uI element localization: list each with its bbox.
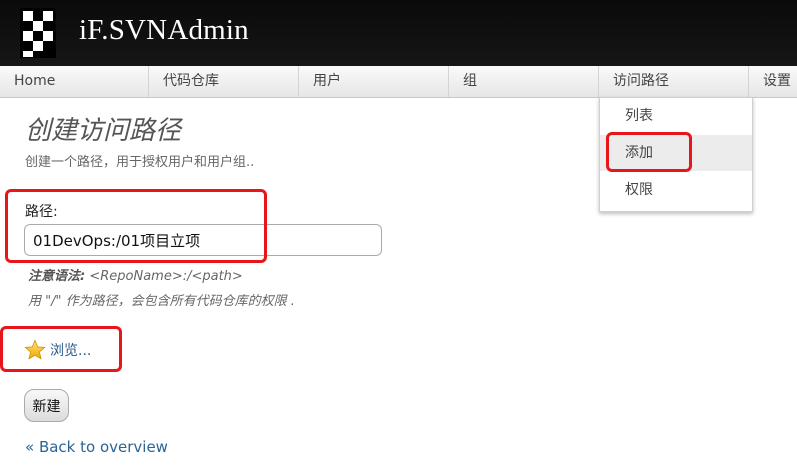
nav-item-repositories[interactable]: 代码仓库 bbox=[149, 66, 299, 97]
annotation-box-add bbox=[606, 132, 692, 172]
path-hint: 用 "/" 作为路径，会包含所有代码仓库的权限 . bbox=[28, 294, 295, 309]
dropdown-item-list[interactable]: 列表 bbox=[600, 98, 752, 134]
page-title: 创建访问路径 bbox=[25, 116, 182, 146]
page-description: 创建一个路径，用于授权用户和用户组.. bbox=[25, 155, 255, 170]
nav-item-home[interactable]: Home bbox=[0, 66, 149, 97]
nav-item-groups[interactable]: 组 bbox=[449, 66, 599, 97]
app-header: iF.SVNAdmin bbox=[0, 0, 797, 66]
nav-item-users[interactable]: 用户 bbox=[299, 66, 449, 97]
app-title: iF.SVNAdmin bbox=[79, 14, 249, 46]
main-nav: Home 代码仓库 用户 组 访问路径 设置 bbox=[0, 66, 797, 98]
nav-item-access-paths[interactable]: 访问路径 bbox=[599, 66, 749, 97]
back-to-overview-link[interactable]: « Back to overview bbox=[25, 438, 168, 456]
logo-icon bbox=[20, 8, 56, 58]
syntax-label: 注意语法: bbox=[28, 269, 86, 284]
annotation-box-path bbox=[5, 189, 267, 263]
create-button[interactable]: 新建 bbox=[24, 389, 69, 422]
nav-item-settings[interactable]: 设置 bbox=[749, 66, 797, 97]
dropdown-item-permissions[interactable]: 权限 bbox=[600, 172, 752, 208]
annotation-box-browse bbox=[0, 326, 122, 372]
syntax-note: 注意语法: <RepoName>:/<path> bbox=[28, 265, 243, 284]
syntax-pattern: <RepoName>:/<path> bbox=[89, 269, 243, 284]
